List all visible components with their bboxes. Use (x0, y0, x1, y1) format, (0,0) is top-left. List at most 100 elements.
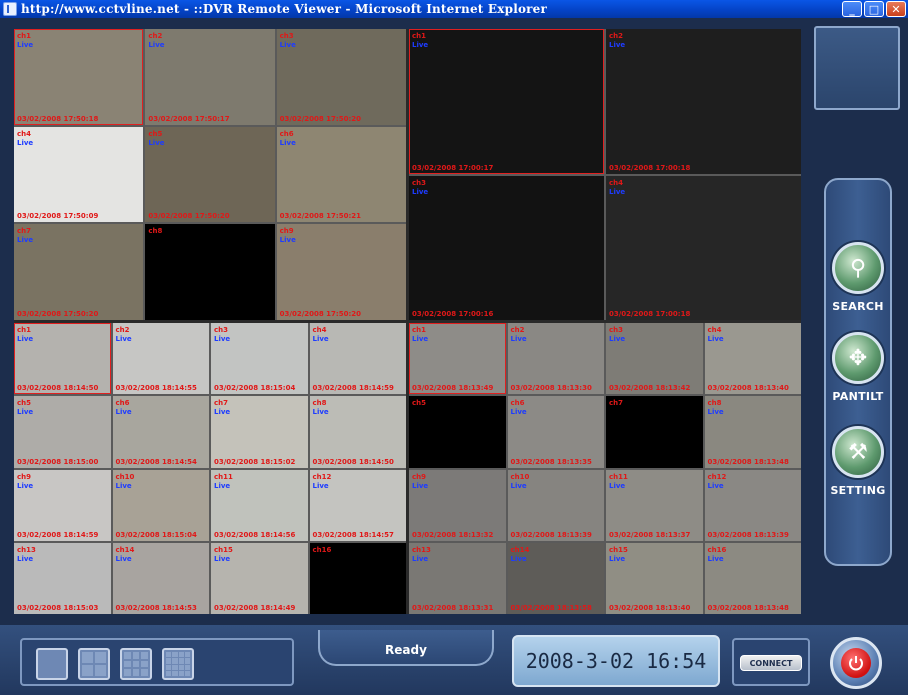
pantilt-arrows-icon[interactable]: ✥ (832, 332, 884, 384)
camera-tile[interactable]: ch12 Live 03/02/2008 18:14:57 (309, 469, 406, 541)
camera-grid: ch1 Live 03/02/2008 17:50:18 ch2 Live 03/02/2… (14, 29, 801, 614)
camera-tile[interactable]: ch4 Live 03/02/2008 17:00:18 (606, 175, 801, 320)
camera-tile[interactable]: ch9 Live 03/02/2008 18:14:59 (14, 469, 111, 541)
search-control[interactable]: ⚲ SEARCH (826, 242, 890, 313)
camera-tile[interactable]: ch3 Live 03/02/2008 18:13:42 (606, 323, 703, 395)
camera-tile[interactable]: ch15 Live 03/02/2008 18:13:40 (606, 542, 703, 614)
camera-tile[interactable]: ch16 Live 03/02/2008 18:13:48 (704, 542, 801, 614)
live-label: Live (214, 408, 231, 417)
channel-label: ch8 (312, 399, 327, 408)
camera-tile[interactable]: ch1 Live 03/02/2008 18:14:50 (14, 323, 111, 395)
camera-tile[interactable]: ch10 Live 03/02/2008 18:15:04 (112, 469, 209, 541)
camera-tile[interactable]: ch12 Live 03/02/2008 18:13:39 (704, 469, 801, 541)
timestamp: 03/02/2008 18:13:31 (412, 604, 494, 612)
timestamp: 03/02/2008 18:13:58 (510, 604, 592, 612)
pantilt-button-label: PANTILT (832, 390, 884, 403)
camera-tile[interactable]: ch4 Live 03/02/2008 18:13:40 (704, 323, 801, 395)
camera-tile[interactable]: ch7 Live 03/02/2008 17:50:20 (14, 224, 144, 320)
live-label: Live (279, 236, 296, 245)
camera-tile[interactable]: ch16 (309, 542, 406, 614)
camera-tile[interactable]: ch3 Live 03/02/2008 17:50:20 (276, 29, 406, 125)
layout-2x2-button[interactable] (78, 648, 110, 680)
channel-label: ch3 (214, 326, 229, 334)
channel-label: ch12 (312, 472, 332, 481)
camera-tile[interactable]: ch1 Live 03/02/2008 18:13:49 (409, 323, 506, 395)
camera-quadrant-top-right: ch1 Live 03/02/2008 17:00:17 ch2 Live 03/02/2… (409, 29, 801, 320)
live-label: Live (17, 408, 34, 417)
camera-tile[interactable]: ch2 Live 03/02/2008 17:50:17 (145, 29, 275, 125)
camera-tile[interactable]: ch7 Live 03/02/2008 18:15:02 (211, 396, 308, 468)
camera-tile[interactable]: ch2 Live 03/02/2008 17:00:18 (606, 29, 801, 174)
camera-tile[interactable]: ch1 Live 03/02/2008 17:00:17 (409, 29, 604, 174)
camera-tile[interactable]: ch5 Live 03/02/2008 18:15:00 (14, 396, 111, 468)
camera-tile[interactable]: ch7 (606, 396, 703, 468)
timestamp: 03/02/2008 18:14:49 (214, 604, 296, 612)
live-label: Live (115, 554, 132, 563)
power-button[interactable] (830, 637, 882, 689)
ie-page-icon (3, 2, 17, 16)
camera-tile[interactable]: ch13 Live 03/02/2008 18:13:31 (409, 542, 506, 614)
camera-tile[interactable]: ch1 Live 03/02/2008 17:50:18 (14, 29, 144, 125)
setting-control[interactable]: ⚒ SETTING (826, 426, 890, 497)
camera-tile[interactable]: ch6 Live 03/02/2008 18:13:35 (507, 396, 604, 468)
live-label: Live (412, 481, 429, 490)
camera-tile[interactable]: ch11 Live 03/02/2008 18:13:37 (606, 469, 703, 541)
camera-tile[interactable]: ch15 Live 03/02/2008 18:14:49 (211, 542, 308, 614)
magnifier-icon[interactable]: ⚲ (832, 242, 884, 294)
camera-tile[interactable]: ch8 (145, 224, 275, 320)
channel-label: ch6 (510, 399, 525, 408)
camera-tile[interactable]: ch6 Live 03/02/2008 17:50:21 (276, 126, 406, 223)
camera-tile[interactable]: ch11 Live 03/02/2008 18:14:56 (211, 469, 308, 541)
camera-tile[interactable]: ch6 Live 03/02/2008 18:14:54 (112, 396, 209, 468)
channel-label: ch11 (609, 472, 628, 481)
timestamp: 03/02/2008 18:14:57 (312, 530, 394, 539)
camera-tile[interactable]: ch3 Live 03/02/2008 18:15:04 (211, 323, 308, 395)
camera-tile[interactable]: ch5 (409, 396, 506, 468)
timestamp: 03/02/2008 18:13:40 (609, 604, 691, 612)
channel-label: ch15 (214, 545, 233, 554)
pantilt-control[interactable]: ✥ PANTILT (826, 332, 890, 403)
camera-tile[interactable]: ch8 Live 03/02/2008 18:14:50 (309, 396, 406, 468)
timestamp: 03/02/2008 18:13:30 (510, 384, 592, 393)
camera-tile[interactable]: ch10 Live 03/02/2008 18:13:39 (507, 469, 604, 541)
camera-tile[interactable]: ch5 Live 03/02/2008 17:50:20 (145, 126, 275, 223)
live-label: Live (609, 481, 626, 490)
live-label: Live (510, 554, 527, 563)
camera-tile[interactable]: ch14 Live 03/02/2008 18:14:53 (112, 542, 209, 614)
live-label: Live (707, 554, 724, 563)
camera-tile[interactable]: ch9 Live 03/02/2008 17:50:20 (276, 224, 406, 320)
camera-tile[interactable]: ch8 Live 03/02/2008 18:13:48 (704, 396, 801, 468)
live-label: Live (609, 554, 626, 563)
layout-1x1-button[interactable] (36, 648, 68, 680)
timestamp: 03/02/2008 18:15:00 (17, 457, 99, 466)
channel-label: ch9 (17, 472, 32, 481)
channel-label: ch9 (279, 227, 294, 236)
channel-label: ch8 (148, 227, 163, 236)
search-button-label: SEARCH (832, 300, 884, 313)
timestamp: 03/02/2008 17:50:20 (148, 212, 230, 221)
camera-tile[interactable]: ch4 Live 03/02/2008 17:50:09 (14, 126, 144, 223)
tools-icon[interactable]: ⚒ (832, 426, 884, 478)
camera-tile[interactable]: ch3 Live 03/02/2008 17:00:16 (409, 175, 604, 320)
layout-3x3-button[interactable] (120, 648, 152, 680)
channel-label: ch11 (214, 472, 233, 481)
connect-button[interactable]: CONNECT (740, 655, 802, 671)
camera-tile[interactable]: ch4 Live 03/02/2008 18:14:59 (309, 323, 406, 395)
layout-4x4-button[interactable] (162, 648, 194, 680)
close-button[interactable]: ✕ (886, 1, 906, 17)
live-label: Live (707, 481, 724, 490)
camera-tile[interactable]: ch2 Live 03/02/2008 18:13:30 (507, 323, 604, 395)
channel-label: ch4 (609, 178, 624, 187)
channel-label: ch2 (510, 326, 525, 334)
live-label: Live (609, 335, 626, 343)
minimize-button[interactable]: _ (842, 1, 862, 17)
maximize-button[interactable]: □ (864, 1, 884, 17)
camera-tile[interactable]: ch13 Live 03/02/2008 18:15:03 (14, 542, 111, 614)
channel-label: ch10 (115, 472, 135, 481)
timestamp: 03/02/2008 18:14:59 (312, 384, 394, 393)
layout-selector (20, 638, 294, 686)
camera-tile[interactable]: ch9 Live 03/02/2008 18:13:32 (409, 469, 506, 541)
camera-tile[interactable]: ch2 Live 03/02/2008 18:14:55 (112, 323, 209, 395)
camera-tile[interactable]: ch14 Live 03/02/2008 18:13:58 (507, 542, 604, 614)
channel-label: ch4 (707, 326, 722, 334)
